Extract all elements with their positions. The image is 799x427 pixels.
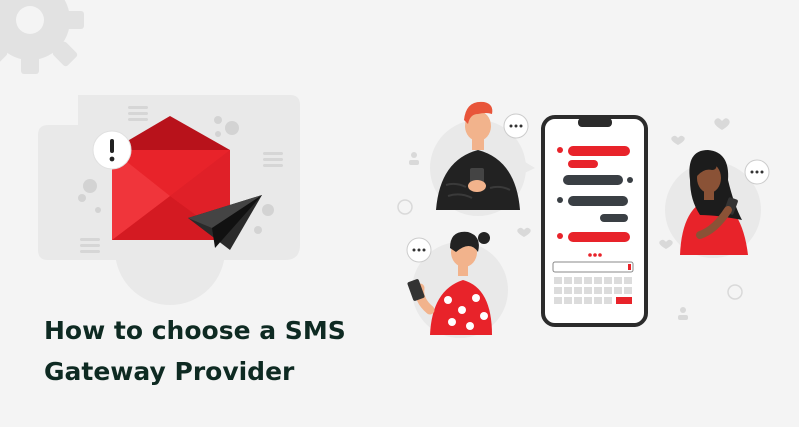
smartphone-chat (541, 115, 648, 327)
hero-banner: How to choose a SMS Gateway Provider (0, 0, 799, 427)
envelope-scene (38, 95, 300, 305)
man-with-phone (430, 101, 535, 216)
woman-texting (665, 150, 770, 258)
page-title-line-2: Gateway Provider (44, 357, 295, 386)
page-title: How to choose a SMS Gateway Provider (44, 310, 424, 392)
exclamation-bubble-icon (92, 130, 132, 170)
page-title-line-1: How to choose a SMS (44, 316, 346, 345)
gear-icon (0, 0, 84, 74)
